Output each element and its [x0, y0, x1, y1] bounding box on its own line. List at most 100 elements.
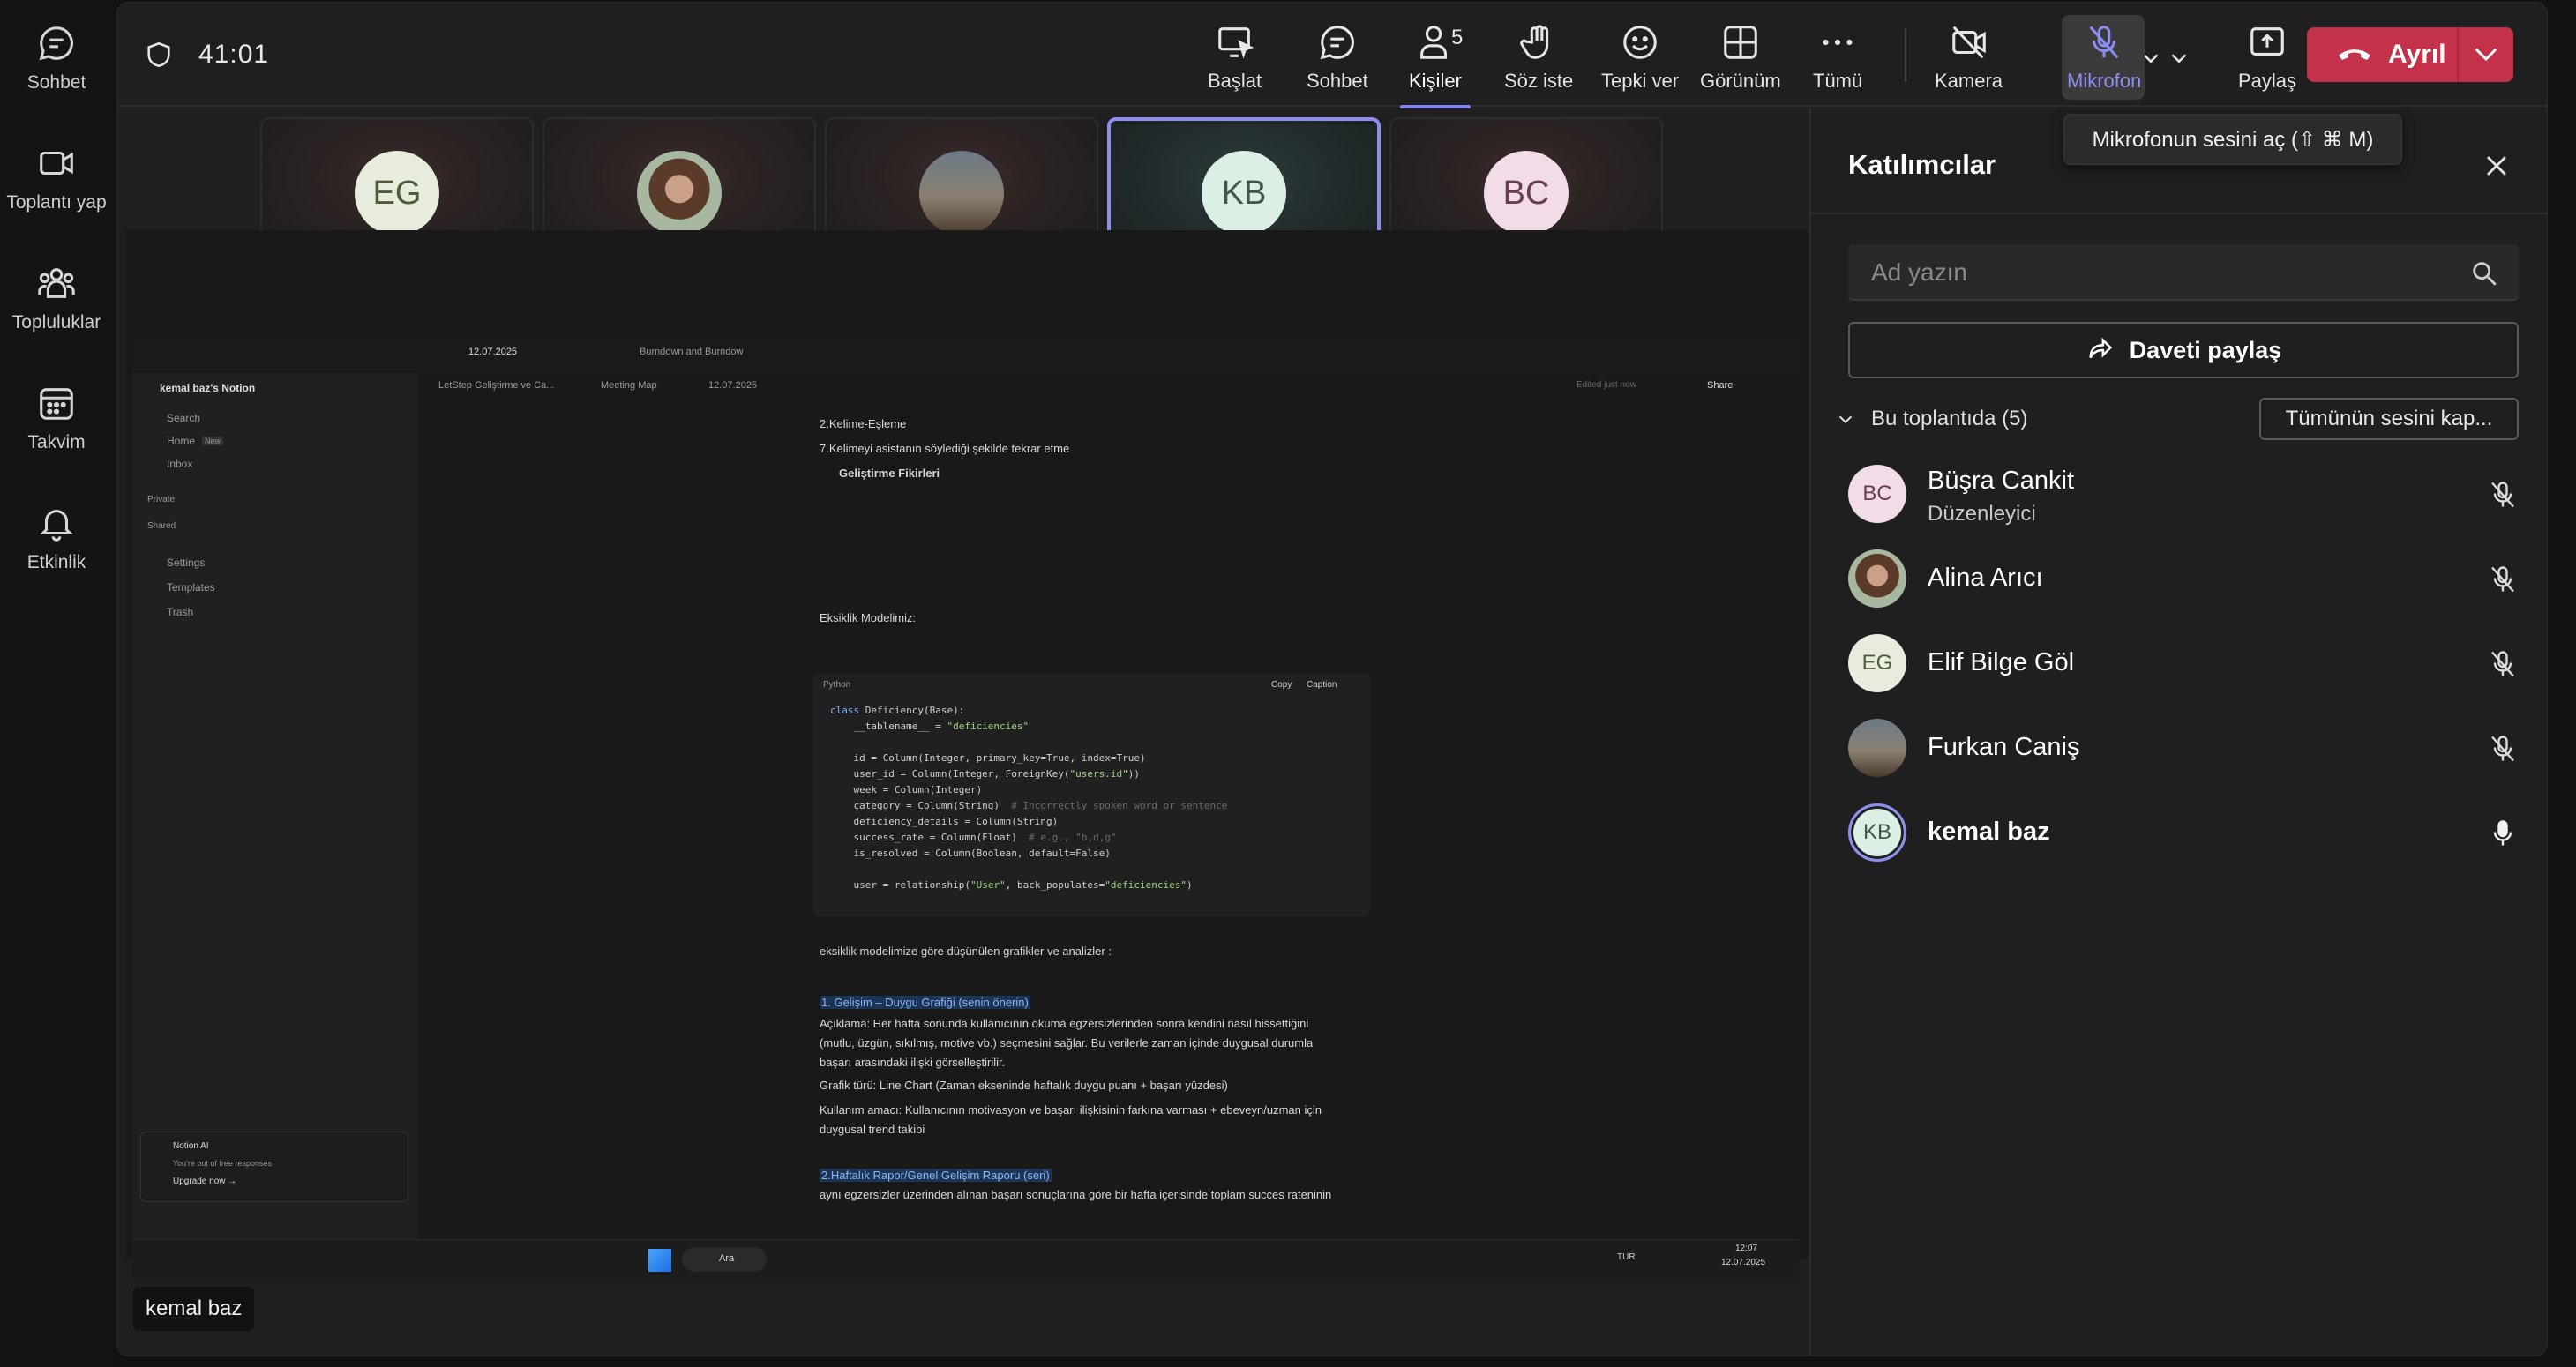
windows-start-icon[interactable] — [648, 1249, 671, 1272]
people-count: 5 — [1451, 26, 1464, 49]
taskbar-lang[interactable]: TUR — [1617, 1252, 1636, 1262]
search-placeholder: Ad yazın — [1871, 258, 1967, 286]
camera-button[interactable]: Kamera — [1935, 22, 2003, 101]
doc-line: Kullanım amacı: Kullanıcının motivasyon … — [820, 1103, 1322, 1117]
participant-search-input[interactable]: Ad yazın — [1848, 244, 2519, 301]
breadcrumb-2[interactable]: Meeting Map — [601, 380, 657, 391]
upgrade-link[interactable]: Upgrade now → — [173, 1177, 236, 1186]
mic-off-icon[interactable] — [2487, 479, 2519, 511]
doc-page-link[interactable]: Geliştirme Fikirleri — [839, 467, 940, 480]
screen-cursor-icon — [1217, 27, 1254, 59]
tab-2[interactable]: Burndown and Burndow — [640, 347, 743, 357]
mic-label: Mikrofon — [2067, 70, 2142, 92]
participant-row-self[interactable]: KB kemal baz — [1848, 798, 2519, 869]
edited-status: Edited just now — [1576, 380, 1636, 390]
participant-row[interactable]: EG Elif Bilge Göl — [1848, 629, 2519, 699]
code-copy-button[interactable]: Copy — [1271, 680, 1292, 690]
meeting-toolbar: 41:01 Başlat Sohbet 5 Kişiler Söz iste T… — [117, 3, 2547, 108]
notion-document: LetStep Geliştirme ve Ca... Meeting Map … — [417, 373, 1799, 1239]
sidebar-item-settings[interactable]: Settings — [167, 557, 205, 569]
people-button[interactable]: 5 Kişiler — [1400, 22, 1471, 108]
mic-button[interactable]: Mikrofon — [2067, 22, 2141, 101]
avatar-photo — [637, 151, 722, 235]
bell-icon — [39, 510, 74, 542]
hand-icon — [1520, 25, 1549, 59]
mic-off-icon[interactable] — [2487, 733, 2519, 765]
search-icon — [2473, 262, 2497, 286]
invite-label: Daveti paylaş — [2129, 336, 2282, 363]
home-badge: New — [202, 437, 224, 445]
leave-options[interactable] — [2459, 27, 2513, 82]
mic-off-icon[interactable] — [2487, 648, 2519, 680]
mic-icon[interactable] — [2487, 818, 2519, 849]
rail-item-meet[interactable]: Toplantı yap — [0, 143, 113, 249]
mic-options-chevron-icon[interactable] — [2166, 45, 2192, 71]
notion-share-button[interactable]: Share — [1707, 380, 1733, 391]
code-content: class Deficiency(Base): __tablename__ = … — [830, 705, 1228, 891]
code-block[interactable]: Python Copy Caption class Deficiency(Bas… — [812, 673, 1370, 916]
rail-item-activity[interactable]: Etkinlik — [0, 503, 113, 609]
sidebar-section-private: Private — [147, 495, 176, 504]
participant-name: Elif Bilge Göl — [1928, 648, 2075, 676]
react-button[interactable]: Tepki ver — [1601, 22, 1679, 101]
in-meeting-section-toggle[interactable]: Bu toplantıda (5) — [1836, 407, 2027, 431]
share-invite-button[interactable]: Daveti paylaş — [1848, 322, 2519, 378]
sidebar-item-home[interactable]: Home — [167, 435, 195, 447]
mute-all-button[interactable]: Tümünün sesini kap... — [2259, 398, 2519, 440]
participant-row[interactable]: BC Büşra Cankit Düzenleyici — [1848, 459, 2519, 530]
browser-tabbar: 12.07.2025 Burndown and Burndow — [133, 334, 1799, 373]
participant-name: Büşra Cankit — [1928, 467, 2075, 495]
raise-hand-button[interactable]: Söz iste — [1504, 22, 1573, 101]
teams-meeting-window: Sohbet Toplantı yap Topluluklar Takvim E… — [0, 0, 2576, 1367]
code-caption-button[interactable]: Caption — [1307, 680, 1337, 690]
leave-main[interactable]: Ayrıl — [2307, 27, 2459, 82]
workspace-name[interactable]: kemal baz's Notion — [160, 382, 255, 394]
video-camera-icon — [40, 151, 73, 176]
toolbar-separator — [1905, 29, 1906, 82]
share-button[interactable]: Paylaş — [2238, 22, 2296, 101]
breadcrumb-3[interactable]: 12.07.2025 — [708, 380, 757, 391]
participant-row[interactable]: Furkan Caniş — [1848, 713, 2519, 784]
doc-heading: 1. Gelişim – Duygu Grafiği (senin önerin… — [820, 996, 1030, 1009]
breadcrumb-1[interactable]: LetStep Geliştirme ve Ca... — [438, 380, 554, 391]
avatar: EG — [1848, 634, 1906, 692]
avatar-photo — [919, 151, 1004, 235]
chat-label: Sohbet — [1307, 70, 1368, 92]
taskbar-search[interactable]: Ara — [682, 1247, 767, 1272]
person-icon — [1420, 26, 1447, 59]
avatar-photo — [1848, 549, 1906, 608]
tab-1[interactable]: 12.07.2025 — [468, 347, 517, 357]
avatar-photo — [1848, 719, 1906, 777]
avatar: BC — [1484, 151, 1569, 235]
meeting-stage: 41:01 Başlat Sohbet 5 Kişiler Söz iste T… — [116, 2, 2548, 1356]
participant-row[interactable]: Alina Arıcı — [1848, 544, 2519, 615]
taskbar-search-label: Ara — [719, 1253, 735, 1264]
participant-name: kemal baz — [1928, 818, 2050, 846]
doc-line: Eksiklik Modelimiz: — [820, 611, 917, 624]
code-language[interactable]: Python — [823, 680, 850, 690]
avatar: BC — [1848, 465, 1906, 523]
avatar: EG — [355, 151, 439, 235]
sidebar-item-inbox[interactable]: Inbox — [167, 458, 192, 470]
start-button[interactable]: Başlat — [1208, 22, 1262, 101]
sidebar-item-search[interactable]: Search — [167, 412, 200, 424]
mic-off-icon[interactable] — [2487, 564, 2519, 595]
close-icon[interactable] — [2482, 151, 2512, 181]
view-button[interactable]: Görünüm — [1700, 22, 1781, 101]
more-button[interactable]: Tümü — [1813, 22, 1862, 101]
shield-icon — [147, 41, 170, 68]
rail-item-communities[interactable]: Topluluklar — [0, 263, 113, 369]
mic-tooltip: Mikrofonun sesini aç (⇧ ⌘ M) — [2063, 114, 2402, 165]
sidebar-item-trash[interactable]: Trash — [167, 606, 193, 618]
sidebar-item-templates[interactable]: Templates — [167, 581, 215, 594]
camera-off-icon — [1951, 26, 1986, 59]
rail-item-chat[interactable]: Sohbet — [0, 23, 113, 129]
people-label: Kişiler — [1409, 70, 1462, 92]
more-horizontal-icon — [1823, 39, 1853, 46]
chat-button[interactable]: Sohbet — [1307, 22, 1368, 101]
leave-button[interactable]: Ayrıl — [2307, 27, 2513, 82]
doc-line: aynı egzersizler üzerinden alınan başarı… — [820, 1188, 1332, 1201]
notion-ai-card[interactable]: Notion AI You're out of free responses U… — [140, 1132, 408, 1202]
doc-line: 2.Kelime-Eşleme — [820, 417, 907, 430]
rail-item-calendar[interactable]: Takvim — [0, 383, 113, 489]
